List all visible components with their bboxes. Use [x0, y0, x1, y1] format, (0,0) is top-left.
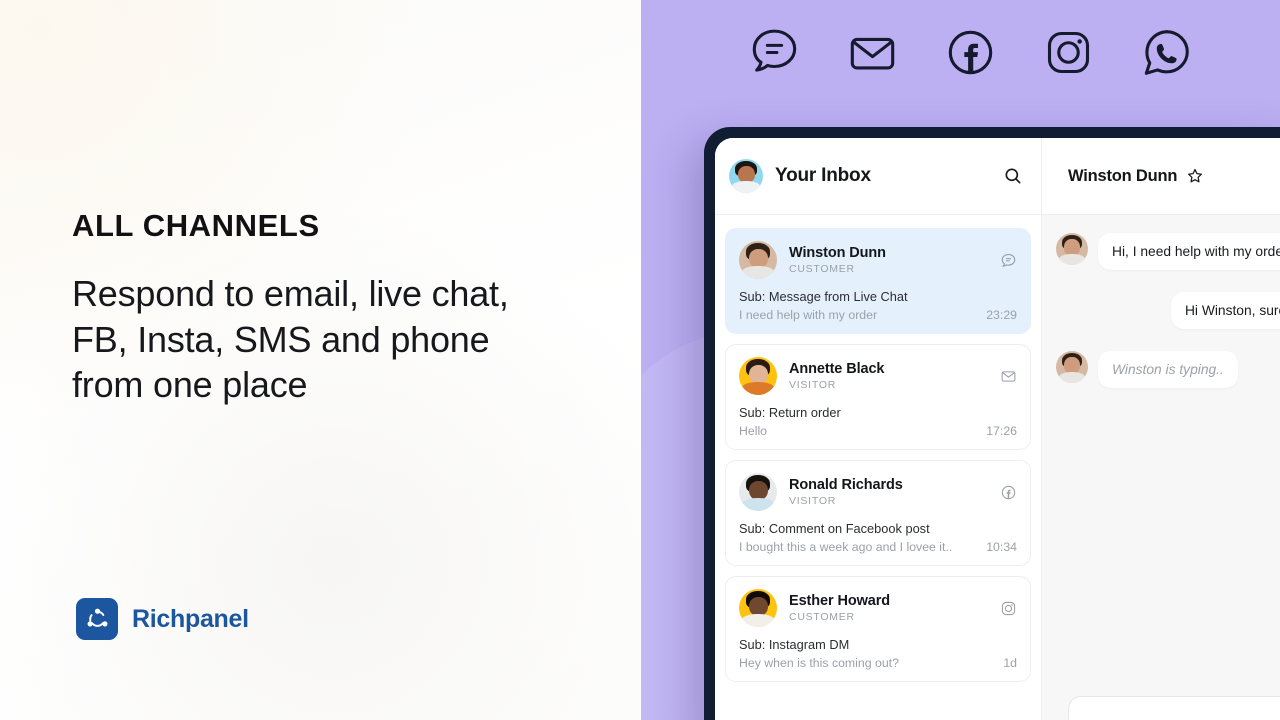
- contact-name: Annette Black: [789, 361, 885, 377]
- contact-role-badge: CUSTOMER: [789, 263, 855, 275]
- avatar-face: [1056, 351, 1088, 383]
- conversation-timestamp: 1d: [1003, 656, 1017, 670]
- conversation-list-item[interactable]: Esther Howard CUSTOMER Sub: Instagram DM He…: [725, 576, 1031, 682]
- richpanel-node-logo-icon: [76, 598, 118, 640]
- live-chat-icon[interactable]: [746, 24, 803, 81]
- typing-indicator: Winston is typing..: [1098, 351, 1238, 388]
- star-outline-icon[interactable]: [1186, 167, 1204, 185]
- channel-icon-strip: [641, 0, 1280, 104]
- avatar: [739, 473, 777, 511]
- conversation-subject: Sub: Instagram DM: [739, 637, 850, 652]
- search-icon[interactable]: [1003, 166, 1023, 186]
- inbox-header: Your Inbox: [715, 138, 1041, 215]
- page-title: Your Inbox: [775, 165, 871, 186]
- instagram-icon: [1000, 600, 1017, 617]
- brand-logo: Richpanel: [76, 598, 249, 640]
- conversation-title: Winston Dunn: [1068, 166, 1178, 185]
- message-row: Hi, I need help with my order: [1056, 233, 1280, 270]
- contact-name: Ronald Richards: [789, 477, 903, 493]
- conversation-meta: Hello 17:26: [739, 424, 1017, 438]
- conversation-item-top: Esther Howard CUSTOMER: [739, 589, 1017, 627]
- conversation-timestamp: 23:29: [986, 308, 1017, 322]
- conversation-column: Winston Dunn Hi, I need help with my ord…: [1042, 138, 1280, 720]
- avatar: [1056, 233, 1088, 265]
- conversation-item-top: Ronald Richards VISITOR: [739, 473, 1017, 511]
- conversation-timestamp: 10:34: [986, 540, 1017, 554]
- facebook-icon: [1000, 484, 1017, 501]
- conversation-subject: Sub: Return order: [739, 405, 841, 420]
- message-bubble: Hi, I need help with my order: [1098, 233, 1280, 270]
- conversation-item-top: Annette Black VISITOR: [739, 357, 1017, 395]
- avatar-face: [729, 159, 763, 193]
- live-chat-icon: [1000, 252, 1017, 269]
- contact-name: Winston Dunn: [789, 245, 886, 261]
- conversation-preview: I bought this a week ago and I lovee it.…: [739, 540, 953, 554]
- device-frame: Your Inbox Winston Dunn CUSTOMER Sub: Mess…: [704, 127, 1280, 720]
- conversation-header: Winston Dunn: [1042, 138, 1280, 215]
- contact-role-badge: VISITOR: [789, 379, 837, 391]
- conversation-list-item[interactable]: Ronald Richards VISITOR Sub: Comment on Fa…: [725, 460, 1031, 566]
- conversation-identity: Winston Dunn CUSTOMER: [789, 245, 988, 275]
- page-title: Respond to email, live chat, FB, Insta, …: [72, 273, 509, 405]
- conversation-identity: Ronald Richards VISITOR: [789, 477, 988, 507]
- conversation-preview: Hello: [739, 424, 768, 438]
- contact-role-badge: VISITOR: [789, 495, 837, 507]
- conversation-preview: Hey when is this coming out?: [739, 656, 899, 670]
- conversation-meta: Hey when is this coming out? 1d: [739, 656, 1017, 670]
- message-bubble: Hi Winston, sure!: [1170, 292, 1280, 329]
- avatar-face: [739, 357, 777, 395]
- conversation-meta: I need help with my order 23:29: [739, 308, 1017, 322]
- conversation-timestamp: 17:26: [986, 424, 1017, 438]
- inbox-column: Your Inbox Winston Dunn CUSTOMER Sub: Mess…: [715, 138, 1042, 720]
- message-row: Hi Winston, sure!: [1056, 292, 1280, 329]
- whatsapp-icon[interactable]: [1138, 24, 1195, 81]
- email-icon[interactable]: [844, 24, 901, 81]
- avatar-face: [1056, 233, 1088, 265]
- product-showcase-panel: Your Inbox Winston Dunn CUSTOMER Sub: Mess…: [641, 0, 1280, 720]
- facebook-icon[interactable]: [942, 24, 999, 81]
- avatar: [739, 241, 777, 279]
- conversation-identity: Annette Black VISITOR: [789, 361, 988, 391]
- eyebrow-label: ALL CHANNELS: [72, 208, 320, 243]
- brand-wordmark: Richpanel: [132, 604, 249, 633]
- conversation-list: Winston Dunn CUSTOMER Sub: Message from Li…: [715, 215, 1041, 682]
- conversation-meta: I bought this a week ago and I lovee it.…: [739, 540, 1017, 554]
- conversation-item-top: Winston Dunn CUSTOMER: [739, 241, 1017, 279]
- avatar: [739, 357, 777, 395]
- conversation-list-item[interactable]: Annette Black VISITOR Sub: Return order Hel…: [725, 344, 1031, 450]
- avatar-face: [739, 241, 777, 279]
- conversation-subject: Sub: Comment on Facebook post: [739, 521, 930, 536]
- avatar-face: [739, 473, 777, 511]
- contact-role-badge: CUSTOMER: [789, 611, 855, 623]
- conversation-subject: Sub: Message from Live Chat: [739, 289, 908, 304]
- device-screen: Your Inbox Winston Dunn CUSTOMER Sub: Mess…: [715, 138, 1280, 720]
- message-row: Winston is typing..: [1056, 351, 1280, 388]
- avatar: [739, 589, 777, 627]
- contact-name: Esther Howard: [789, 593, 891, 609]
- conversation-preview: I need help with my order: [739, 308, 878, 322]
- email-icon: [1000, 368, 1017, 385]
- avatar-face: [739, 589, 777, 627]
- conversation-identity: Esther Howard CUSTOMER: [789, 593, 988, 623]
- message-composer-input[interactable]: [1068, 696, 1280, 720]
- avatar: [1056, 351, 1088, 383]
- instagram-icon[interactable]: [1040, 24, 1097, 81]
- avatar[interactable]: [729, 159, 763, 193]
- conversation-list-item[interactable]: Winston Dunn CUSTOMER Sub: Message from Li…: [725, 228, 1031, 334]
- message-thread: Hi, I need help with my order Hi Winston,…: [1042, 215, 1280, 720]
- marketing-panel: ALL CHANNELS Respond to email, live chat…: [0, 0, 641, 720]
